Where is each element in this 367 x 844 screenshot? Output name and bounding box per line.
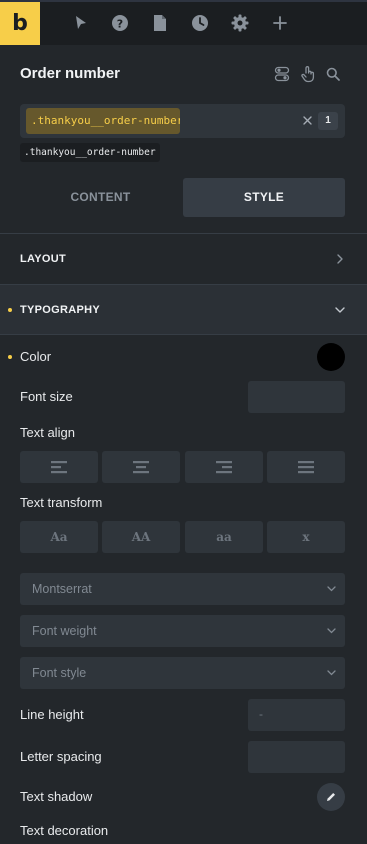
section-typography[interactable]: TYPOGRAPHY: [0, 285, 367, 335]
transform-uppercase-label: AA: [131, 530, 151, 544]
transform-capitalize-label: Aa: [50, 530, 68, 544]
css-class-tag[interactable]: .thankyou__order-number: [20, 143, 160, 162]
transform-capitalize-button[interactable]: Aa: [20, 521, 98, 553]
modified-indicator-dot: [8, 355, 12, 359]
add-icon[interactable]: [270, 12, 290, 34]
transform-lowercase-label: aa: [216, 530, 232, 544]
align-right-icon[interactable]: [185, 451, 263, 483]
line-height-label: Line height: [20, 707, 84, 722]
page-icon[interactable]: [150, 12, 170, 34]
tab-content[interactable]: CONTENT: [20, 178, 181, 217]
letter-spacing-label: Letter spacing: [20, 749, 102, 764]
edit-text-shadow-button[interactable]: [317, 783, 345, 811]
svg-text:?: ?: [117, 18, 123, 31]
logo-letter: b: [12, 10, 28, 36]
builder-logo[interactable]: b: [0, 2, 40, 45]
section-typography-title: TYPOGRAPHY: [20, 304, 101, 316]
pencil-icon: [327, 793, 335, 801]
pointer-hand-icon[interactable]: [299, 65, 317, 83]
tab-style[interactable]: STYLE: [183, 178, 345, 217]
text-shadow-label: Text shadow: [20, 789, 93, 804]
cursor-icon[interactable]: [71, 12, 91, 34]
history-icon[interactable]: [190, 12, 210, 34]
css-selector-field[interactable]: .thankyou__order-number 1: [20, 104, 345, 138]
text-decoration-label: Text decoration: [20, 823, 109, 838]
letter-spacing-input[interactable]: [248, 741, 345, 773]
clear-selector-icon[interactable]: [300, 113, 314, 127]
font-size-label: Font size: [20, 389, 73, 404]
top-toolbar: b ?: [0, 0, 367, 45]
chevron-down-icon: [325, 583, 337, 595]
panel-tabs: CONTENT STYLE: [20, 178, 345, 217]
element-title: Order number: [20, 65, 121, 82]
text-align-buttons: [20, 451, 345, 483]
panel-header: Order number: [20, 64, 347, 84]
line-height-input[interactable]: -: [248, 699, 345, 731]
text-transform-label: Text transform: [20, 495, 103, 510]
font-style-select[interactable]: Font style: [20, 657, 345, 689]
font-family-select[interactable]: Montserrat: [20, 573, 345, 605]
text-transform-buttons: Aa AA aa x: [20, 521, 345, 553]
text-align-label: Text align: [20, 425, 75, 440]
transform-none-label: x: [302, 530, 310, 544]
search-icon[interactable]: [324, 65, 342, 83]
toggle-icon[interactable]: [273, 65, 291, 83]
section-layout[interactable]: LAYOUT: [0, 234, 367, 284]
color-swatch[interactable]: [317, 343, 345, 371]
align-center-icon[interactable]: [102, 451, 180, 483]
chevron-down-icon: [333, 303, 347, 317]
section-layout-title: LAYOUT: [20, 253, 67, 265]
line-height-placeholder: -: [259, 707, 263, 721]
section-divider: [0, 334, 367, 335]
chevron-right-icon: [333, 252, 347, 266]
modified-indicator-dot: [8, 308, 12, 312]
selector-count-badge: 1: [318, 112, 338, 130]
align-left-icon[interactable]: [20, 451, 98, 483]
transform-uppercase-button[interactable]: AA: [102, 521, 180, 553]
font-size-input[interactable]: [248, 381, 345, 413]
color-label: Color: [20, 349, 52, 364]
transform-none-button[interactable]: x: [267, 521, 345, 553]
font-weight-placeholder: Font weight: [32, 624, 97, 638]
help-icon[interactable]: ?: [110, 12, 130, 34]
chevron-down-icon: [325, 667, 337, 679]
font-weight-select[interactable]: Font weight: [20, 615, 345, 647]
transform-lowercase-button[interactable]: aa: [185, 521, 263, 553]
font-style-placeholder: Font style: [32, 666, 87, 680]
font-family-value: Montserrat: [32, 582, 92, 596]
settings-icon[interactable]: [230, 12, 250, 34]
active-selector-chip[interactable]: .thankyou__order-number: [26, 108, 180, 134]
chevron-down-icon: [325, 625, 337, 637]
align-justify-icon[interactable]: [267, 451, 345, 483]
